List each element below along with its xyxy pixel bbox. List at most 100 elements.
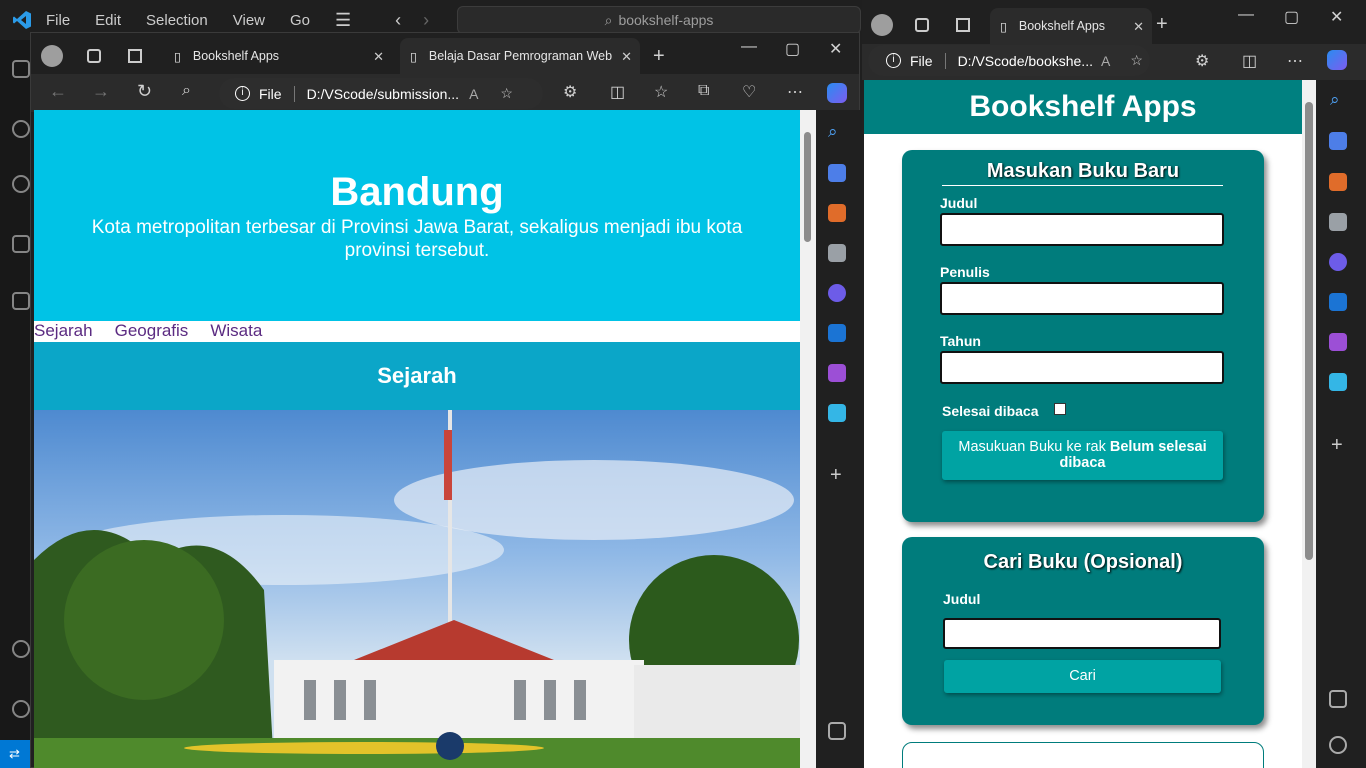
- tools-icon[interactable]: [1329, 173, 1347, 191]
- nav-link-wisata[interactable]: Wisata: [210, 321, 262, 340]
- outlook-icon[interactable]: [828, 324, 846, 342]
- collections-icon[interactable]: ⧉: [698, 82, 709, 100]
- workspaces-icon[interactable]: [915, 18, 929, 32]
- nav-link-sejarah[interactable]: Sejarah: [34, 321, 93, 340]
- forward-arrow-icon[interactable]: ›: [423, 10, 429, 31]
- tab-actions-icon[interactable]: [956, 18, 970, 32]
- games-icon[interactable]: [1329, 213, 1347, 231]
- address-bar[interactable]: i File D:/VScode/bookshe... A ☆: [868, 45, 1150, 76]
- left-scrollbar[interactable]: [800, 110, 816, 768]
- input-penulis[interactable]: [940, 282, 1224, 315]
- copilot-app-icon[interactable]: [1329, 253, 1347, 271]
- new-tab-icon[interactable]: +: [653, 45, 665, 68]
- settings-gear-icon[interactable]: [12, 700, 30, 718]
- games-icon[interactable]: [828, 244, 846, 262]
- copilot-app-icon[interactable]: [828, 284, 846, 302]
- close-icon[interactable]: ✕: [1133, 19, 1144, 35]
- read-aloud-icon[interactable]: A: [469, 86, 478, 102]
- source-control-icon[interactable]: [12, 175, 30, 193]
- input-judul[interactable]: [940, 213, 1224, 246]
- split-screen-icon[interactable]: ◫: [610, 82, 625, 102]
- favorite-star-icon[interactable]: ☆: [500, 85, 513, 102]
- search-icon[interactable]: [12, 120, 30, 138]
- scrollbar-thumb[interactable]: [1305, 102, 1313, 560]
- profile-avatar[interactable]: [871, 14, 893, 36]
- extensions-icon[interactable]: [12, 292, 30, 310]
- address-bar[interactable]: i File D:/VScode/submission... A ☆: [219, 78, 543, 109]
- screenshot-icon[interactable]: [1329, 690, 1347, 708]
- workspaces-icon[interactable]: [87, 49, 101, 63]
- menu-selection[interactable]: Selection: [146, 12, 208, 29]
- close-window-icon[interactable]: ✕: [829, 39, 842, 59]
- close-window-icon[interactable]: ✕: [1330, 7, 1343, 27]
- more-menu-icon[interactable]: ⋯: [787, 82, 803, 102]
- menu-go[interactable]: Go: [290, 12, 310, 29]
- tab-actions-icon[interactable]: [128, 49, 142, 63]
- favorite-star-icon[interactable]: ☆: [1130, 52, 1143, 69]
- extensions-icon[interactable]: ⚙: [563, 82, 577, 102]
- add-icon[interactable]: +: [1331, 434, 1343, 457]
- back-arrow-icon[interactable]: ‹: [395, 10, 401, 31]
- split-screen-icon[interactable]: ◫: [1242, 51, 1257, 71]
- back-icon[interactable]: ←: [49, 81, 67, 102]
- tab-belajar[interactable]: ▯ Belaja Dasar Pemrograman Web ✕: [400, 38, 640, 74]
- tab-bookshelf[interactable]: ▯ Bookshelf Apps ✕: [990, 8, 1152, 44]
- designer-icon[interactable]: [1329, 333, 1347, 351]
- shopping-tag-icon[interactable]: [1329, 132, 1347, 150]
- settings-gear-icon[interactable]: [1329, 736, 1347, 754]
- input-tahun[interactable]: [940, 351, 1224, 384]
- menu-edit[interactable]: Edit: [95, 12, 121, 29]
- search-icon[interactable]: ⌕: [1330, 90, 1340, 110]
- hamburger-icon[interactable]: ☰: [335, 10, 351, 31]
- read-aloud-icon[interactable]: A: [1101, 53, 1110, 69]
- minimize-icon[interactable]: —: [741, 38, 757, 56]
- command-center-search[interactable]: ⌕ bookshelf-apps: [457, 6, 861, 34]
- left-viewport: Bandung Kota metropolitan terbesar di Pr…: [34, 110, 800, 768]
- explorer-icon[interactable]: [12, 60, 30, 78]
- checkbox-selesai-dibaca[interactable]: [1054, 403, 1066, 415]
- divider: [293, 85, 295, 102]
- close-icon[interactable]: ✕: [373, 49, 384, 65]
- menu-view[interactable]: View: [233, 12, 265, 29]
- city-title: Bandung: [330, 170, 504, 214]
- extensions-icon[interactable]: ⚙: [1195, 51, 1209, 71]
- forward-icon[interactable]: →: [92, 81, 110, 102]
- maximize-icon[interactable]: ▢: [785, 39, 800, 59]
- outlook-icon[interactable]: [1329, 293, 1347, 311]
- maximize-icon[interactable]: ▢: [1284, 7, 1299, 27]
- minimize-icon[interactable]: —: [1238, 6, 1254, 24]
- performance-icon[interactable]: ♡: [742, 82, 756, 102]
- shopping-tag-icon[interactable]: [828, 164, 846, 182]
- screenshot-icon[interactable]: [828, 722, 846, 740]
- copilot-icon[interactable]: [827, 83, 847, 103]
- account-icon[interactable]: [12, 640, 30, 658]
- info-icon: i: [886, 53, 901, 68]
- designer-icon[interactable]: [828, 364, 846, 382]
- input-search-judul[interactable]: [943, 618, 1221, 649]
- menu-file[interactable]: File: [46, 12, 70, 29]
- photo-illustration: [34, 410, 800, 768]
- right-scrollbar[interactable]: [1302, 80, 1316, 768]
- remote-status-button[interactable]: ⇄: [0, 740, 30, 768]
- tools-icon[interactable]: [828, 204, 846, 222]
- debug-icon[interactable]: [12, 235, 30, 253]
- telegram-icon[interactable]: [828, 404, 846, 422]
- new-tab-icon[interactable]: +: [1156, 13, 1168, 36]
- next-card-edge: [902, 742, 1264, 768]
- add-icon[interactable]: +: [830, 464, 842, 487]
- search-title: Cari Buku (Opsional): [983, 551, 1183, 573]
- scrollbar-thumb[interactable]: [804, 132, 811, 242]
- refresh-icon[interactable]: ↻: [137, 81, 152, 102]
- more-menu-icon[interactable]: ⋯: [1287, 51, 1303, 71]
- search-icon[interactable]: ⌕: [828, 122, 838, 142]
- nav-link-geografis[interactable]: Geografis: [115, 321, 189, 340]
- search-icon[interactable]: ⌕: [182, 82, 191, 100]
- copilot-icon[interactable]: [1327, 50, 1347, 70]
- submit-book-button[interactable]: Masukuan Buku ke rak Belum selesai dibac…: [942, 431, 1223, 480]
- favorites-icon[interactable]: ☆: [654, 82, 668, 102]
- tab-bookshelf[interactable]: ▯ Bookshelf Apps ✕: [164, 38, 392, 74]
- search-button[interactable]: Cari: [944, 660, 1221, 693]
- telegram-icon[interactable]: [1329, 373, 1347, 391]
- profile-avatar[interactable]: [41, 45, 63, 67]
- close-icon[interactable]: ✕: [621, 49, 632, 65]
